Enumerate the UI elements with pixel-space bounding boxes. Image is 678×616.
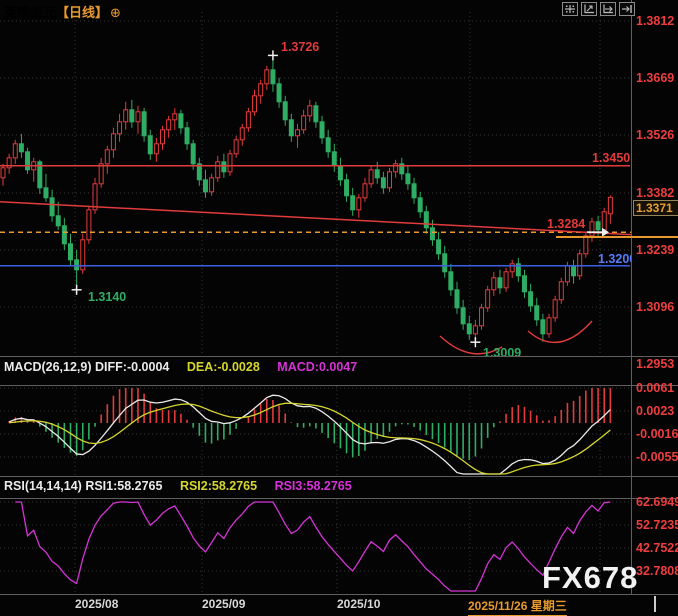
circled-plus-icon[interactable]: ⊕ [110, 5, 121, 20]
svg-text:1.3009: 1.3009 [483, 346, 521, 356]
rsi-panel-canvas[interactable] [0, 499, 632, 594]
price-axis-tick: 42.7522 [636, 541, 678, 555]
rsi-title-and-rsi1: RSI(14,14,14) RSI1:58.2765 [4, 479, 162, 493]
macd-dea-line [9, 403, 610, 474]
svg-text:1.3140: 1.3140 [88, 290, 126, 304]
rsi-indicator-labels[interactable]: RSI(14,14,14) RSI1:58.2765 RSI2:58.2765 … [4, 479, 352, 493]
chart-application: 1.3450 1.3284 1.3200 1.3726 1.3140 1.3009 英镑美… [0, 0, 678, 616]
chart-title: 英镑美元【日线】⊕ [4, 2, 121, 21]
watermark: FX678 [542, 560, 638, 596]
current-date-label: 2025/11/26 星期三 [468, 597, 567, 616]
jump-to-latest-icon[interactable] [619, 2, 635, 16]
macd-macd-value: MACD:0.0047 [277, 360, 357, 374]
macd-indicator-labels[interactable]: MACD(26,12,9) DIFF:-0.0004 DEA:-0.0028 M… [4, 360, 357, 374]
drawn-annotations: 1.3726 1.3140 1.3009 [72, 40, 609, 356]
main-chart-canvas[interactable]: 1.3450 1.3284 1.3200 1.3726 1.3140 1.3009 [0, 0, 632, 356]
panel-separator [0, 476, 678, 477]
resistance-line-extension [556, 236, 678, 238]
macd-histogram [9, 388, 610, 460]
price-axis-tick: 1.3526 [636, 128, 674, 142]
price-axis-tick: 52.7235 [636, 518, 678, 532]
rsi2-value: RSI2:58.2765 [180, 479, 257, 493]
date-axis-label: 2025/09 [202, 597, 245, 611]
price-axis-tick: -0.0016 [636, 427, 678, 441]
axis-autoscale-vertical-icon[interactable] [581, 2, 597, 16]
panel-separator [0, 498, 678, 499]
time-axis-cursor [654, 596, 656, 612]
macd-panel-canvas[interactable] [0, 386, 632, 476]
axis-autoscale-horizontal-icon[interactable] [600, 2, 616, 16]
svg-text:1.3284: 1.3284 [547, 217, 585, 231]
svg-text:1.3200: 1.3200 [598, 252, 632, 266]
date-axis-label: 2025/08 [75, 597, 118, 611]
panel-separator [0, 385, 678, 386]
price-axis-tick: 1.3096 [636, 300, 674, 314]
price-axis-tick: 0.0023 [636, 404, 674, 418]
price-axis-tick: 32.7808 [636, 564, 678, 578]
svg-text:1.3726: 1.3726 [281, 40, 319, 54]
svg-text:1.3450: 1.3450 [592, 151, 630, 165]
macd-dea-value: DEA:-0.0028 [187, 360, 260, 374]
price-axis-tick: 1.3669 [636, 71, 674, 85]
price-axis-tick: -0.0055 [636, 450, 678, 464]
last-price-badge: 1.3371 [633, 200, 678, 216]
rsi-gridlines [0, 499, 631, 594]
rsi3-value: RSI3:58.2765 [275, 479, 352, 493]
period-label: 【日线】 [56, 5, 108, 20]
chart-toolbar [562, 2, 635, 16]
symbol-name: 英镑美元 [4, 5, 56, 20]
macd-title-and-diff: MACD(26,12,9) DIFF:-0.0004 [4, 360, 169, 374]
price-axis-tick: 0.0061 [636, 381, 674, 395]
price-axis-tick: 62.6949 [636, 495, 678, 509]
price-axis-tick: 1.3239 [636, 243, 674, 257]
price-axis-tick: 1.3382 [636, 186, 674, 200]
price-axis-line [631, 0, 632, 594]
price-axis-tick: 1.3812 [636, 14, 674, 28]
macd-gridlines [0, 386, 631, 476]
move-crosshair-icon[interactable] [562, 2, 578, 16]
price-axis-tick: 1.2953 [636, 357, 674, 371]
macd-diff-line [9, 395, 610, 474]
rsi-line [15, 502, 610, 591]
panel-separator [0, 356, 678, 357]
date-axis-label: 2025/10 [337, 597, 380, 611]
